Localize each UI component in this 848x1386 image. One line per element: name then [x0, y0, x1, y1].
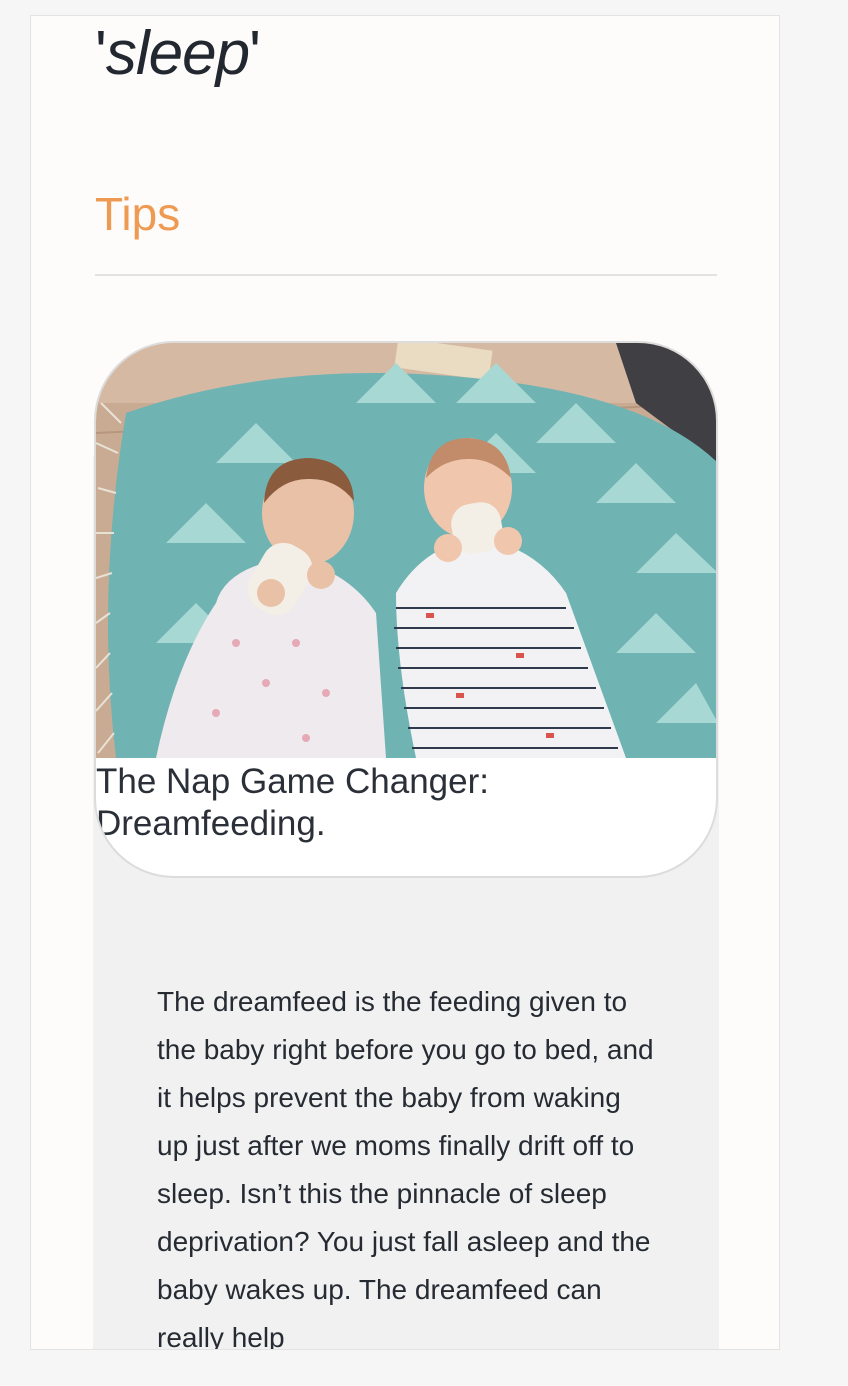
article-body: The dreamfeed is the feeding given to th… [157, 986, 654, 1350]
logo-word: sleep [105, 19, 250, 88]
section-title: Tips [95, 188, 181, 240]
article-card[interactable]: The Nap Game Changer: Dreamfeeding. [94, 341, 718, 878]
article-title[interactable]: The Nap Game Changer: Dreamfeeding. [96, 761, 696, 845]
site-logo[interactable]: 'sleep' [95, 18, 261, 90]
page-frame: 'sleep' Tips The Nap Game Changer: Dream… [30, 15, 780, 1350]
section-divider [95, 274, 717, 276]
article-photo[interactable] [96, 343, 718, 758]
logo-quote-open: ' [95, 19, 107, 88]
logo-quote-close: ' [249, 19, 261, 88]
